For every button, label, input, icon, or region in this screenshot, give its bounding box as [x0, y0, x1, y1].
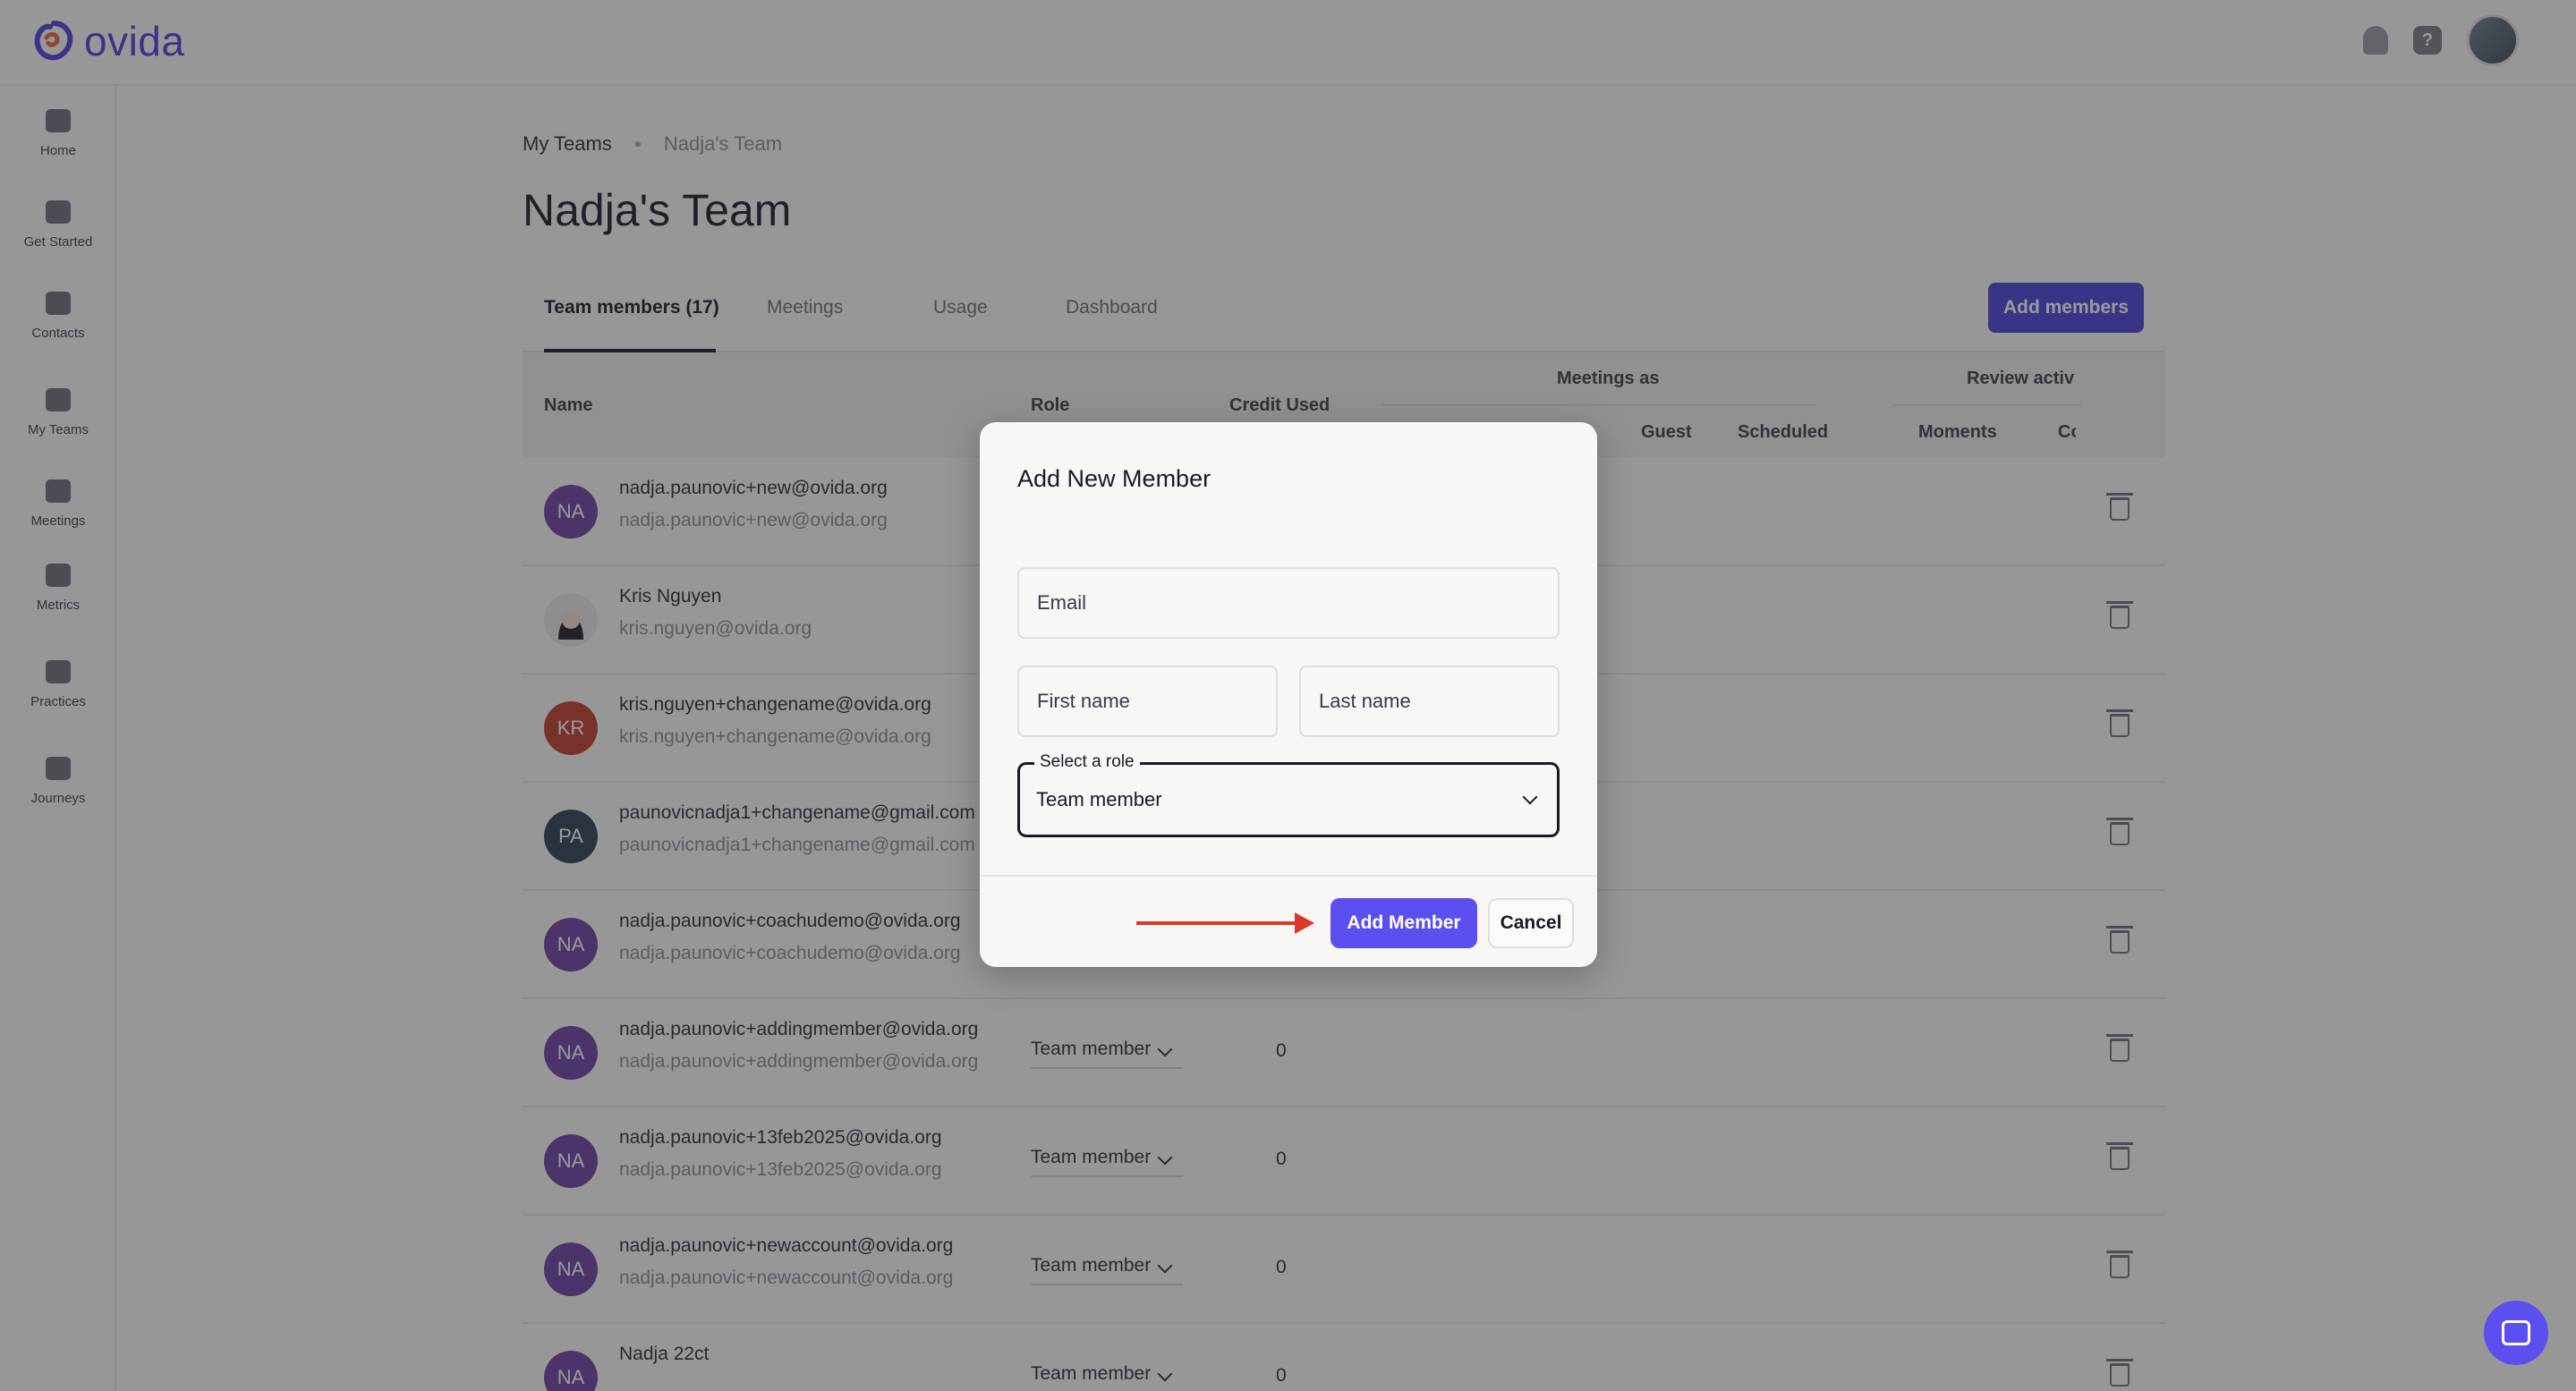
chat-launcher-button[interactable]: [2484, 1301, 2548, 1365]
last-name-field[interactable]: [1299, 666, 1560, 737]
first-name-field[interactable]: [1017, 666, 1278, 737]
dialog-divider: [980, 875, 1597, 877]
add-member-dialog: Add New Member Select a role Team member…: [980, 422, 1597, 967]
add-member-button[interactable]: Add Member: [1331, 898, 1477, 948]
chat-icon: [2502, 1320, 2530, 1345]
role-select[interactable]: Select a role Team member: [1017, 752, 1560, 837]
cancel-button[interactable]: Cancel: [1488, 898, 1574, 948]
role-select-value: Team member: [1036, 788, 1162, 810]
dialog-title: Add New Member: [1017, 465, 1211, 492]
email-field[interactable]: [1017, 567, 1560, 639]
chevron-down-icon: [1522, 789, 1538, 805]
role-select-label: Select a role: [1034, 752, 1140, 772]
annotation-arrow: [1136, 921, 1297, 925]
annotation-arrow-head: [1295, 912, 1314, 934]
